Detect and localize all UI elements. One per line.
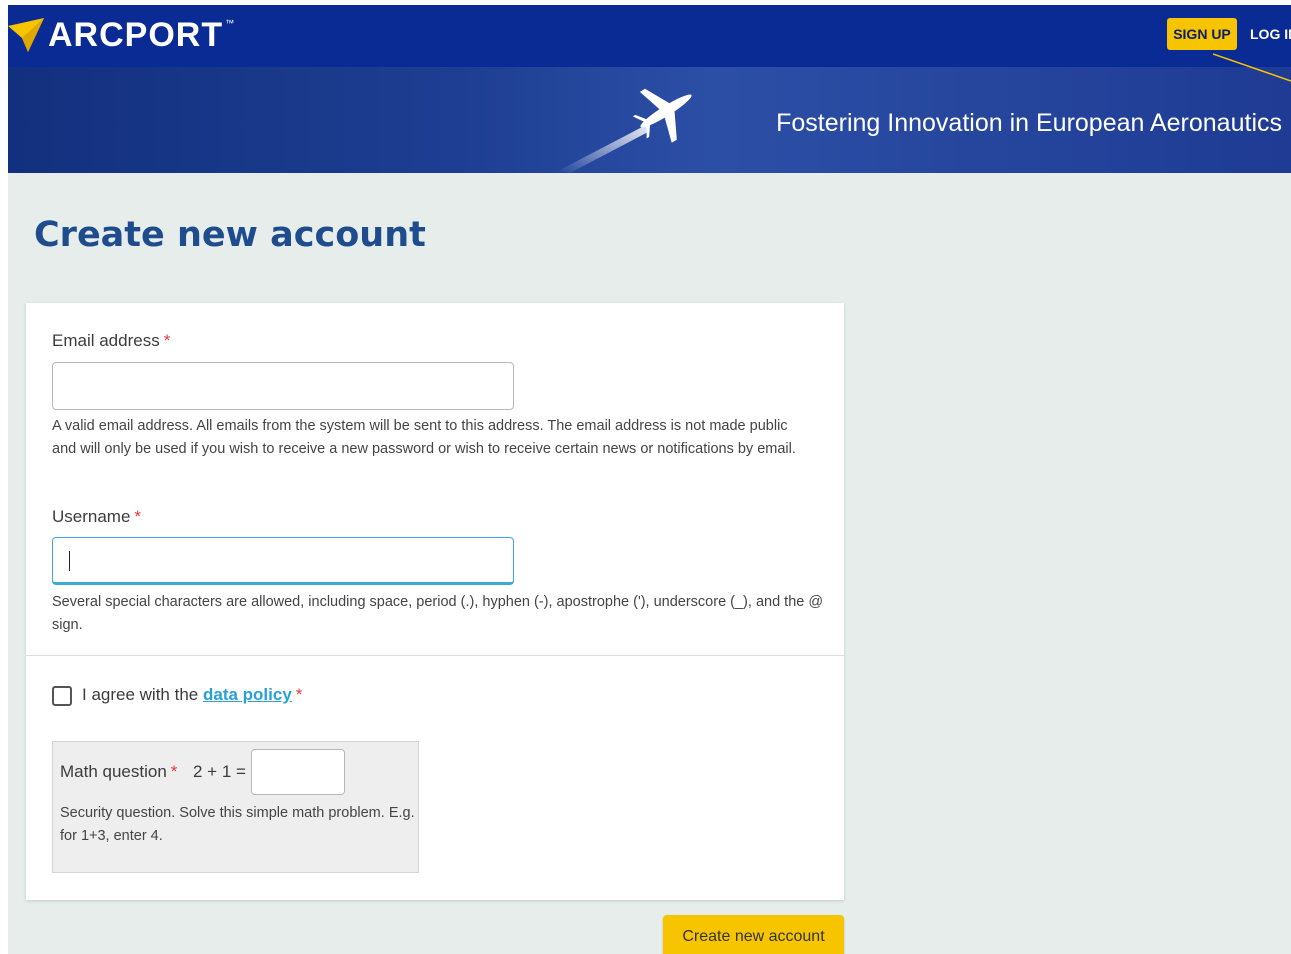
- sign-up-button[interactable]: SIGN UP: [1167, 18, 1237, 50]
- username-label: Username *: [52, 507, 141, 527]
- section-divider: [26, 655, 844, 656]
- username-label-text: Username: [52, 507, 131, 526]
- data-policy-label: I agree with the data policy *: [82, 685, 302, 705]
- top-nav: ARCPORT ™ SIGN UP LOG IN: [8, 5, 1291, 67]
- page: ARCPORT ™ SIGN UP LOG IN Fostering Innov: [8, 5, 1291, 954]
- log-in-link[interactable]: LOG IN: [1250, 26, 1291, 42]
- hero-banner: Fostering Innovation in European Aeronau…: [8, 67, 1291, 173]
- required-marker: *: [163, 331, 171, 350]
- text-caret: [69, 551, 70, 571]
- agree-text: I agree with the: [82, 685, 199, 704]
- required-marker: *: [170, 762, 178, 781]
- logo[interactable]: ARCPORT ™: [8, 15, 234, 55]
- math-question-text: 2 + 1 =: [193, 762, 246, 781]
- username-field[interactable]: [52, 537, 514, 585]
- airplane-icon: [558, 88, 692, 173]
- logo-arrow-icon: [8, 18, 44, 52]
- logo-text: ARCPORT: [48, 16, 224, 54]
- required-marker: *: [134, 507, 142, 526]
- captcha-help-text: Security question. Solve this simple mat…: [60, 805, 415, 844]
- data-policy-link[interactable]: data policy: [203, 685, 292, 704]
- logo-trademark: ™: [225, 18, 235, 28]
- registration-form: Email address * A valid email address. Al…: [26, 303, 844, 900]
- math-question-label-text: Math question: [60, 762, 167, 781]
- email-help-text: A valid email address. All emails from t…: [52, 418, 796, 457]
- data-policy-checkbox[interactable]: [52, 686, 72, 706]
- email-label-text: Email address: [52, 331, 160, 350]
- annotation-line: [1213, 53, 1291, 82]
- email-label: Email address *: [52, 331, 170, 351]
- banner-tagline: Fostering Innovation in European Aeronau…: [776, 109, 1282, 137]
- required-marker: *: [295, 685, 303, 704]
- create-account-button[interactable]: Create new account: [663, 915, 844, 954]
- math-answer-field[interactable]: [251, 749, 345, 795]
- email-field[interactable]: [52, 362, 514, 410]
- captcha-box: Math question * 2 + 1 = Security question…: [52, 741, 419, 873]
- page-title: Create new account: [34, 215, 426, 255]
- math-question-label: Math question *: [60, 762, 177, 782]
- username-help-text: Several special characters are allowed, …: [52, 594, 824, 633]
